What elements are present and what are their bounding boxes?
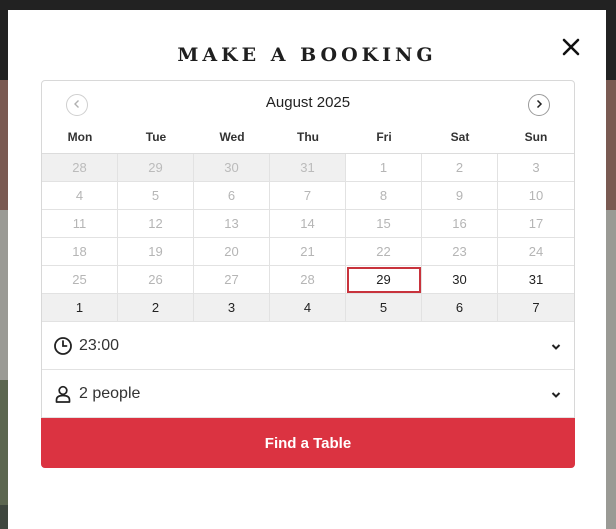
calendar-day: 9 xyxy=(422,182,498,210)
chevron-right-icon xyxy=(534,96,544,114)
weekday-label: Sun xyxy=(524,130,548,144)
calendar-days-grid: 28 29 30 31 1 2 3 4 5 6 7 8 9 10 11 12 13 14 15 16 17 18 19 20 2… xyxy=(42,153,574,322)
month-label: August 2025 xyxy=(265,94,351,111)
calendar-day[interactable]: 3 xyxy=(194,294,270,322)
calendar-day[interactable]: 30 xyxy=(422,266,498,294)
find-table-button[interactable]: Find a Table xyxy=(41,418,575,468)
party-size-select[interactable]: 2 people xyxy=(42,370,574,418)
calendar-day: 20 xyxy=(194,238,270,266)
calendar-day: 13 xyxy=(194,210,270,238)
calendar-day: 18 xyxy=(42,238,118,266)
calendar-day: 31 xyxy=(270,154,346,182)
modal-title: MAKE A BOOKING xyxy=(177,44,437,66)
weekday-label: Thu xyxy=(297,130,319,144)
calendar-day: 12 xyxy=(118,210,194,238)
calendar-day: 2 xyxy=(422,154,498,182)
calendar-day[interactable]: 6 xyxy=(422,294,498,322)
calendar-day[interactable]: 5 xyxy=(346,294,422,322)
calendar-day: 23 xyxy=(422,238,498,266)
calendar-day: 11 xyxy=(42,210,118,238)
calendar-day: 29 xyxy=(118,154,194,182)
calendar-day: 17 xyxy=(498,210,574,238)
calendar-day: 7 xyxy=(270,182,346,210)
next-month-button[interactable] xyxy=(528,94,550,116)
chevron-down-icon xyxy=(550,340,562,352)
calendar-day[interactable]: 4 xyxy=(270,294,346,322)
weekday-label: Wed xyxy=(219,130,245,144)
time-select[interactable]: 23:00 xyxy=(42,322,574,370)
calendar-day: 26 xyxy=(118,266,194,294)
calendar-day: 28 xyxy=(42,154,118,182)
calendar-header: August 2025 xyxy=(42,81,574,127)
party-size-value: 2 people xyxy=(79,384,141,402)
weekday-label: Mon xyxy=(67,130,93,144)
calendar-day: 14 xyxy=(270,210,346,238)
calendar-day-selected[interactable]: 29 xyxy=(346,266,422,294)
weekday-label: Tue xyxy=(145,130,167,144)
calendar-day: 1 xyxy=(346,154,422,182)
calendar-day: 25 xyxy=(42,266,118,294)
calendar-day: 19 xyxy=(118,238,194,266)
calendar-day: 30 xyxy=(194,154,270,182)
calendar-day: 28 xyxy=(270,266,346,294)
weekday-header: Mon Tue Wed Thu Fri Sat Sun xyxy=(42,127,574,153)
calendar-day: 22 xyxy=(346,238,422,266)
booking-form: August 2025 Mon Tue Wed Thu Fri Sat Sun … xyxy=(41,80,575,468)
time-value: 23:00 xyxy=(79,336,120,354)
person-icon xyxy=(53,384,73,404)
calendar-day: 15 xyxy=(346,210,422,238)
clock-icon xyxy=(53,336,73,356)
calendar-day: 27 xyxy=(194,266,270,294)
calendar-day: 21 xyxy=(270,238,346,266)
calendar-day: 4 xyxy=(42,182,118,210)
chevron-down-icon xyxy=(550,388,562,400)
calendar-day: 6 xyxy=(194,182,270,210)
calendar-day: 24 xyxy=(498,238,574,266)
calendar-day[interactable]: 31 xyxy=(498,266,574,294)
calendar-day[interactable]: 1 xyxy=(42,294,118,322)
calendar-day: 8 xyxy=(346,182,422,210)
calendar-day: 16 xyxy=(422,210,498,238)
calendar-day[interactable]: 7 xyxy=(498,294,574,322)
weekday-label: Fri xyxy=(376,130,392,144)
weekday-label: Sat xyxy=(450,130,470,144)
calendar-day: 5 xyxy=(118,182,194,210)
calendar-day[interactable]: 2 xyxy=(118,294,194,322)
calendar-day: 3 xyxy=(498,154,574,182)
booking-modal: MAKE A BOOKING August 2025 Mon Tue Wed T… xyxy=(8,10,606,529)
calendar-day: 10 xyxy=(498,182,574,210)
